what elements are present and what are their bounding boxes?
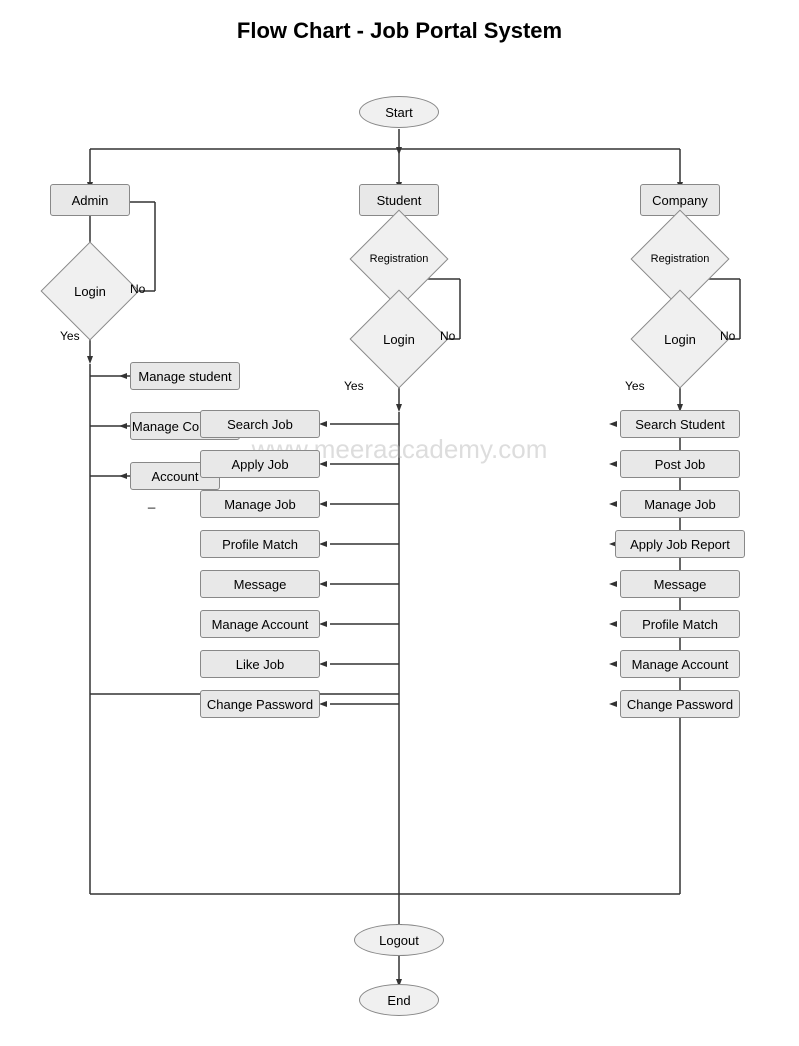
student-item-4-label: Message [234, 577, 287, 592]
logout-node: Logout [354, 924, 444, 956]
student-item-0: Search Job [200, 410, 320, 438]
company-item-7-label: Change Password [627, 697, 733, 712]
student-item-5-label: Manage Account [212, 617, 309, 632]
start-label: Start [385, 105, 412, 120]
company-login-yes: Yes [625, 379, 645, 393]
student-item-6: Like Job [200, 650, 320, 678]
company-item-0-label: Search Student [635, 417, 725, 432]
company-item-5-label: Profile Match [642, 617, 718, 632]
admin-login-no: No [130, 282, 145, 296]
student-item-3: Profile Match [200, 530, 320, 558]
student-item-0-label: Search Job [227, 417, 293, 432]
company-item-2-label: Manage Job [644, 497, 716, 512]
admin-underscore: _ [148, 494, 155, 509]
student-item-1-label: Apply Job [231, 457, 288, 472]
company-item-0: Search Student [620, 410, 740, 438]
student-item-4: Message [200, 570, 320, 598]
company-item-3: Apply Job Report [615, 530, 745, 558]
company-login-no: No [720, 329, 735, 343]
company-item-6: Manage Account [620, 650, 740, 678]
company-label: Company [652, 193, 708, 208]
student-item-2-label: Manage Job [224, 497, 296, 512]
student-item-5: Manage Account [200, 610, 320, 638]
admin-login-yes: Yes [60, 329, 80, 343]
student-login-label: Login [383, 332, 415, 347]
start-node: Start [359, 96, 439, 128]
student-login-yes: Yes [344, 379, 364, 393]
admin-label: Admin [72, 193, 109, 208]
admin-item-2-label: Account [152, 469, 199, 484]
end-label: End [387, 993, 410, 1008]
company-login-label: Login [664, 332, 696, 347]
company-item-4-label: Message [654, 577, 707, 592]
company-item-1: Post Job [620, 450, 740, 478]
company-item-6-label: Manage Account [632, 657, 729, 672]
student-item-6-label: Like Job [236, 657, 284, 672]
student-item-2: Manage Job [200, 490, 320, 518]
admin-node: Admin [50, 184, 130, 216]
admin-item-0-label: Manage student [138, 369, 231, 384]
company-reg-diamond: Registration [640, 219, 720, 299]
company-item-2: Manage Job [620, 490, 740, 518]
company-item-7: Change Password [620, 690, 740, 718]
student-item-3-label: Profile Match [222, 537, 298, 552]
student-item-7: Change Password [200, 690, 320, 718]
student-reg-label: Registration [364, 253, 434, 265]
student-login-no: No [440, 329, 455, 343]
admin-login-diamond: Login [50, 251, 130, 331]
student-item-7-label: Change Password [207, 697, 313, 712]
company-item-3-label: Apply Job Report [630, 537, 730, 552]
end-node: End [359, 984, 439, 1016]
company-item-1-label: Post Job [655, 457, 706, 472]
page-title: Flow Chart - Job Portal System [0, 0, 799, 54]
student-label: Student [377, 193, 422, 208]
logout-label: Logout [379, 933, 419, 948]
company-reg-label: Registration [645, 253, 715, 265]
company-item-5: Profile Match [620, 610, 740, 638]
company-item-4: Message [620, 570, 740, 598]
company-login-diamond: Login [640, 299, 720, 379]
admin-login-label: Login [74, 284, 106, 299]
student-reg-diamond: Registration [359, 219, 439, 299]
admin-item-0: Manage student [130, 362, 240, 390]
student-item-1: Apply Job [200, 450, 320, 478]
student-login-diamond: Login [359, 299, 439, 379]
